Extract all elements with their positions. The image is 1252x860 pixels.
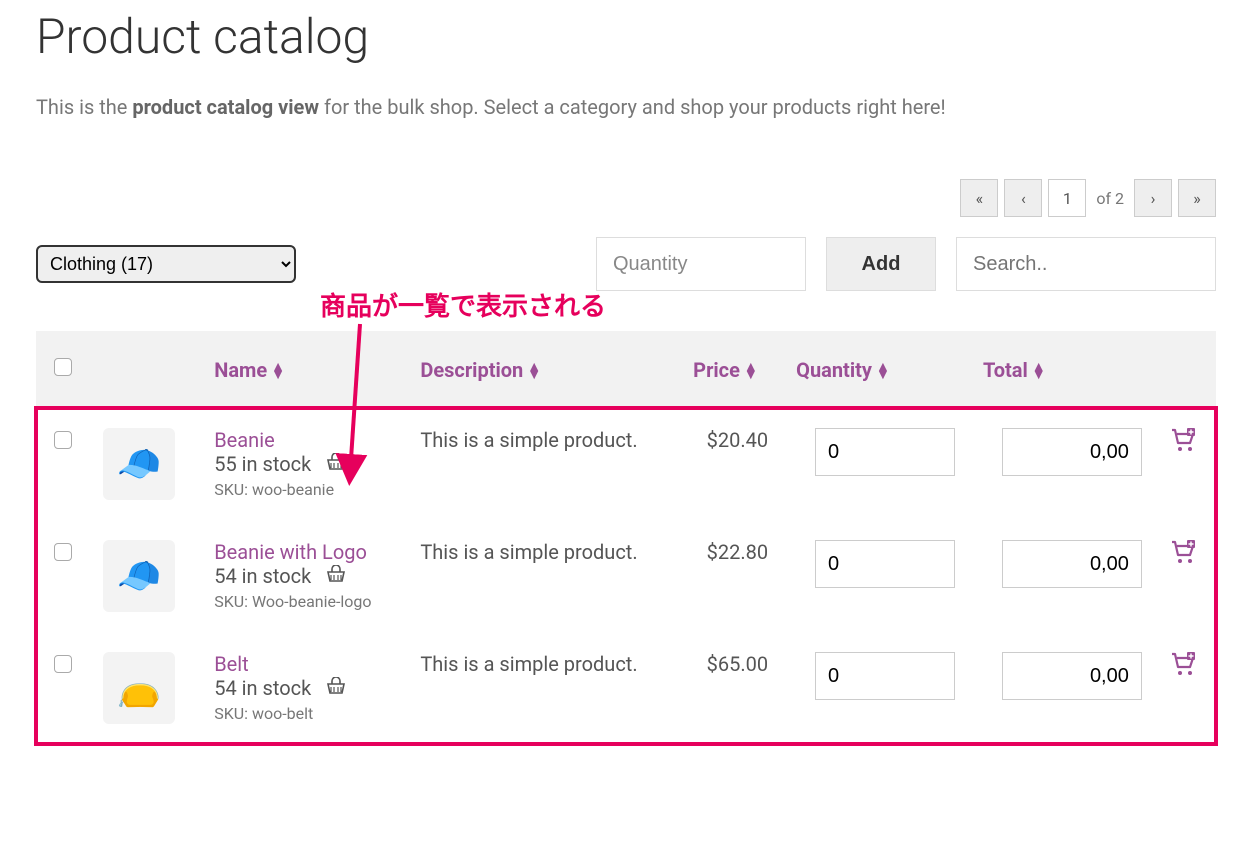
add-to-cart-icon[interactable] [1170,541,1196,571]
header-description-label: Description [420,358,523,382]
page-prev-button[interactable]: ‹ [1004,179,1042,217]
product-description: This is a simple product. [406,408,679,520]
header-thumb [89,331,200,408]
intro-suffix: for the bulk shop. Select a category and… [319,95,946,119]
header-select [36,331,89,408]
table-row: 👝 Belt 54 in stock SKU: woo-belt This is… [36,632,1216,744]
row-total-input[interactable] [1002,428,1142,476]
page-title: Product catalog [36,8,1216,65]
quantity-input[interactable] [596,237,806,291]
add-to-cart-icon[interactable] [1170,653,1196,683]
add-button[interactable]: Add [826,237,936,291]
pagination: « ‹ 1 of 2 › » [36,179,1216,217]
product-price: $22.80 [679,520,782,632]
basket-icon [321,676,346,700]
product-stock: 55 in stock [214,452,392,476]
sort-icon [1032,363,1046,379]
product-thumbnail[interactable]: 🧢 [103,540,175,612]
row-checkbox[interactable] [54,431,72,449]
table-wrap: Name Description Price Quantity Total 🧢 … [36,331,1216,744]
search-input[interactable] [956,237,1216,291]
row-quantity-input[interactable] [815,428,955,476]
product-thumbnail[interactable]: 🧢 [103,428,175,500]
sort-icon [527,363,541,379]
product-description: This is a simple product. [406,632,679,744]
basket-icon [321,564,346,588]
page-first-button[interactable]: « [960,179,998,217]
header-price[interactable]: Price [679,331,782,408]
header-name[interactable]: Name [200,331,406,408]
product-name-link[interactable]: Belt [214,652,392,676]
controls-row: Clothing (17) Add [36,237,1216,291]
header-description[interactable]: Description [406,331,679,408]
product-stock: 54 in stock [214,676,392,700]
intro-text: This is the product catalog view for the… [36,95,1216,119]
product-thumbnail[interactable]: 👝 [103,652,175,724]
row-total-input[interactable] [1002,652,1142,700]
product-description: This is a simple product. [406,520,679,632]
basket-icon [321,452,346,476]
product-sku: SKU: woo-belt [214,704,392,723]
header-cart [1156,331,1216,408]
page-of-label: of 2 [1092,189,1128,208]
product-price: $65.00 [679,632,782,744]
intro-prefix: This is the [36,95,132,119]
product-sku: SKU: Woo-beanie-logo [214,592,392,611]
category-select[interactable]: Clothing (17) [36,245,296,283]
product-sku: SKU: woo-beanie [214,480,392,499]
select-all-checkbox[interactable] [54,358,72,376]
row-quantity-input[interactable] [815,652,955,700]
product-price: $20.40 [679,408,782,520]
sort-icon [271,363,285,379]
product-stock: 54 in stock [214,564,392,588]
page-current-button[interactable]: 1 [1048,179,1086,217]
row-total-input[interactable] [1002,540,1142,588]
header-quantity-label: Quantity [796,358,872,382]
intro-bold: product catalog view [132,95,319,119]
product-table: Name Description Price Quantity Total 🧢 … [36,331,1216,744]
page-next-button[interactable]: › [1134,179,1172,217]
header-price-label: Price [693,358,740,382]
table-row: 🧢 Beanie 55 in stock SKU: woo-beanie Thi… [36,408,1216,520]
row-quantity-input[interactable] [815,540,955,588]
add-to-cart-icon[interactable] [1170,429,1196,459]
product-name-link[interactable]: Beanie [214,428,392,452]
header-name-label: Name [214,358,267,382]
product-name-link[interactable]: Beanie with Logo [214,540,392,564]
page-last-button[interactable]: » [1178,179,1216,217]
sort-icon [744,363,758,379]
row-checkbox[interactable] [54,655,72,673]
header-total[interactable]: Total [969,331,1156,408]
header-quantity[interactable]: Quantity [782,331,969,408]
header-total-label: Total [983,358,1028,382]
sort-icon [876,363,890,379]
table-row: 🧢 Beanie with Logo 54 in stock SKU: Woo-… [36,520,1216,632]
row-checkbox[interactable] [54,543,72,561]
annotation-label: 商品が一覧で表示される [320,286,606,323]
